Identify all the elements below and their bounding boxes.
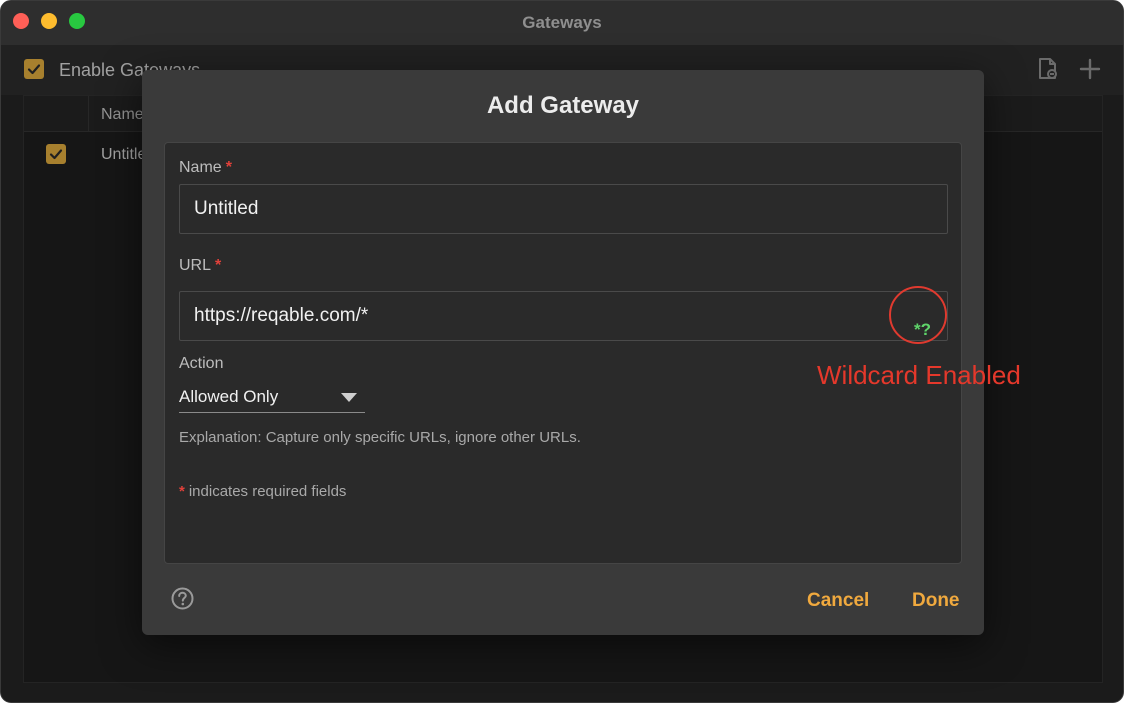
cancel-button[interactable]: Cancel	[807, 590, 869, 612]
name-input[interactable]: Untitled	[179, 184, 948, 234]
add-gateway-dialog: Add Gateway Name * Untitled URL * https://…	[142, 70, 984, 635]
required-marker: *	[215, 257, 222, 274]
url-label-text: URL	[179, 257, 212, 274]
annotation-circle	[889, 286, 947, 344]
action-select-value: Allowed Only	[179, 387, 279, 406]
required-fields-note: * indicates required fields	[179, 483, 346, 500]
required-marker: *	[179, 483, 185, 500]
required-marker: *	[225, 159, 232, 176]
action-select[interactable]: Allowed Only	[179, 379, 365, 413]
required-note-text: indicates required fields	[188, 483, 347, 500]
name-label-text: Name	[179, 159, 222, 176]
question-circle-icon[interactable]	[171, 587, 194, 615]
gateways-window: Gateways Enable Gateways Name Untitled A…	[0, 0, 1124, 703]
url-input[interactable]: https://reqable.com/* *?	[179, 291, 948, 341]
url-field-label: URL *	[179, 257, 221, 275]
name-field-label: Name *	[179, 159, 232, 177]
form-panel: Name * Untitled URL * https://reqable.com/…	[164, 142, 962, 564]
annotation-label: Wildcard Enabled	[817, 360, 1021, 390]
action-explanation: Explanation: Capture only specific URLs,…	[179, 429, 581, 446]
done-button[interactable]: Done	[912, 590, 960, 612]
action-field-label: Action	[179, 355, 224, 372]
dialog-title: Add Gateway	[486, 92, 640, 119]
title-bar: Gateways	[1, 1, 1123, 45]
url-value: https://reqable.com/*	[194, 305, 369, 326]
window-title: Gateways	[522, 13, 602, 32]
chevron-down-icon	[341, 393, 357, 402]
